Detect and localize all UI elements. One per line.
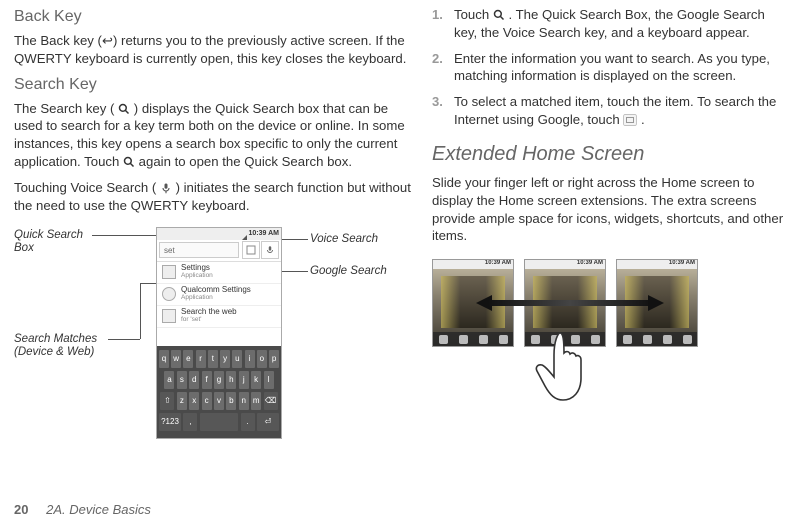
step-number: 3.	[432, 93, 443, 111]
callout-line	[108, 339, 140, 340]
keyboard-key[interactable]: e	[183, 350, 193, 368]
keyboard-key[interactable]: ,	[183, 413, 197, 431]
keyboard-key[interactable]: w	[171, 350, 181, 368]
search-icon	[493, 9, 505, 21]
keyboard-key[interactable]: h	[226, 371, 236, 389]
keyboard-key[interactable]: d	[189, 371, 199, 389]
heading-extended-home: Extended Home Screen	[432, 143, 788, 166]
keyboard-key[interactable]: f	[202, 371, 212, 389]
text-fragment: Enter the information you want to search…	[454, 51, 770, 84]
text-fragment: again to open the Quick Search box.	[139, 154, 352, 169]
heading-search-key: Search Key	[14, 76, 414, 94]
keyboard-key[interactable]: i	[245, 350, 255, 368]
text-fragment: Touching Voice Search (	[14, 180, 156, 195]
step-2: 2. Enter the information you want to sea…	[432, 50, 788, 86]
keyboard-key[interactable]: c	[202, 392, 212, 410]
search-result-item[interactable]: SettingsApplication	[157, 262, 281, 284]
step-1: 1. Touch . The Quick Search Box, the Goo…	[432, 6, 788, 42]
para-back-key: The Back key (↩) returns you to the prev…	[14, 32, 414, 68]
status-bar: 10:39 AM	[157, 228, 281, 240]
callout-line	[140, 283, 141, 339]
mic-icon	[160, 182, 172, 194]
callout-quick-search-box: Quick Search Box	[14, 229, 83, 255]
keyboard-key[interactable]: ⌫	[264, 392, 278, 410]
voice-search-button[interactable]	[261, 241, 279, 259]
keyboard-key[interactable]: p	[269, 350, 279, 368]
result-title: Search the web	[181, 308, 237, 316]
search-results-list: SettingsApplicationQualcomm SettingsAppl…	[157, 262, 281, 328]
keyboard-key[interactable]: y	[220, 350, 230, 368]
result-subtitle: for 'set'	[181, 316, 237, 324]
keyboard-key[interactable]: g	[214, 371, 224, 389]
keyboard-key[interactable]: l	[264, 371, 274, 389]
keyboard-key[interactable]: .	[241, 413, 255, 431]
app-icon	[162, 265, 176, 279]
para-search-key-1: The Search key ( ) displays the Quick Se…	[14, 100, 414, 171]
result-title: Settings	[181, 264, 213, 272]
google-search-icon	[623, 114, 637, 126]
step-number: 1.	[432, 6, 443, 24]
heading-back-key: Back Key	[14, 8, 414, 26]
keyboard-key[interactable]: j	[239, 371, 249, 389]
search-input[interactable]: set	[159, 242, 239, 258]
para-search-key-2: Touching Voice Search ( ) initiates the …	[14, 179, 414, 215]
search-result-item[interactable]: Search the webfor 'set'	[157, 306, 281, 328]
app-icon	[162, 309, 176, 323]
keyboard-key[interactable]: m	[251, 392, 261, 410]
hand-gesture-icon	[532, 325, 602, 408]
status-time: 10:39 AM	[577, 260, 603, 266]
dock	[617, 332, 697, 346]
keyboard-key[interactable]: a	[164, 371, 174, 389]
callout-voice-search: Voice Search	[310, 233, 378, 246]
keyboard-key[interactable]: v	[214, 392, 224, 410]
keyboard-key[interactable]: b	[226, 392, 236, 410]
figure-home-swipe: 10:39 AM 10:39 AM 10:39 AM	[432, 255, 782, 405]
step-number: 2.	[432, 50, 443, 68]
figure-quick-search: Quick Search Box Search Matches (Device …	[14, 223, 410, 453]
text-fragment: The Search key (	[14, 101, 114, 116]
keyboard-key[interactable]: x	[189, 392, 199, 410]
callout-search-matches: Search Matches (Device & Web)	[14, 333, 97, 359]
search-icon	[118, 103, 130, 115]
google-search-button[interactable]	[242, 241, 260, 259]
page-footer: 20 2A. Device Basics	[14, 502, 151, 517]
keyboard-key[interactable]: u	[232, 350, 242, 368]
quick-search-box: set	[157, 240, 281, 262]
keyboard-key[interactable]: s	[177, 371, 187, 389]
status-time: 10:39 AM	[669, 260, 695, 266]
search-icon	[123, 156, 135, 168]
keyboard-key[interactable]: k	[251, 371, 261, 389]
text-fragment: Touch	[454, 7, 493, 22]
para-extended-home: Slide your finger left or right across t…	[432, 174, 788, 245]
keyboard-key[interactable]: t	[208, 350, 218, 368]
keyboard-key[interactable]: o	[257, 350, 267, 368]
signal-icon	[239, 230, 247, 238]
result-title: Qualcomm Settings	[181, 286, 251, 294]
status-time: 10:39 AM	[485, 260, 511, 266]
result-subtitle: Application	[181, 272, 213, 280]
result-subtitle: Application	[181, 294, 251, 302]
swipe-arrow	[478, 295, 662, 311]
text-fragment: .	[641, 112, 645, 127]
callout-google-search: Google Search	[310, 265, 387, 278]
qwerty-keyboard: qwertyuiop asdfghjkl ⇧zxcvbnm⌫ ?123,.⏎	[157, 346, 281, 438]
page-number: 20	[14, 502, 28, 517]
text-fragment: To select a matched item, touch the item…	[454, 94, 776, 127]
keyboard-key[interactable]: ⇧	[160, 392, 174, 410]
keyboard-key[interactable]: q	[159, 350, 169, 368]
step-3: 3. To select a matched item, touch the i…	[432, 93, 788, 129]
keyboard-key[interactable]: r	[196, 350, 206, 368]
phone-mock: 10:39 AM set SettingsApplicationQualcomm…	[156, 227, 282, 439]
app-icon	[162, 287, 176, 301]
status-time: 10:39 AM	[249, 230, 279, 237]
keyboard-key[interactable]	[200, 413, 238, 431]
keyboard-key[interactable]: ⏎	[257, 413, 279, 431]
callout-line	[92, 235, 156, 236]
keyboard-key[interactable]: z	[177, 392, 187, 410]
dock	[433, 332, 513, 346]
keyboard-key[interactable]: n	[239, 392, 249, 410]
section-title: 2A. Device Basics	[46, 502, 151, 517]
search-result-item[interactable]: Qualcomm SettingsApplication	[157, 284, 281, 306]
keyboard-key[interactable]: ?123	[159, 413, 181, 431]
